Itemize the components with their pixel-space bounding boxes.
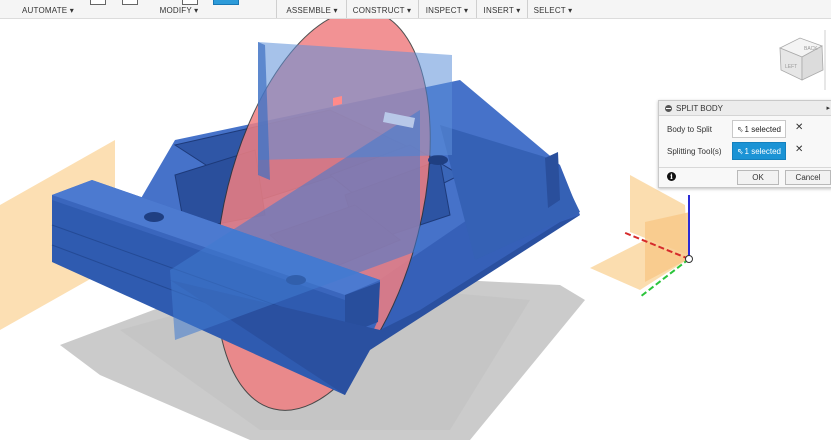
split-body-tool-icon[interactable] — [213, 0, 239, 5]
blue-splitting-plane[interactable] — [258, 42, 452, 160]
cancel-button[interactable]: Cancel — [785, 170, 831, 185]
info-icon[interactable]: i — [667, 172, 676, 181]
modify-menu[interactable]: MODIFY ▾ — [150, 0, 208, 18]
body-to-split-label: Body to Split — [667, 125, 712, 134]
screw-hole — [428, 155, 448, 165]
insert-menu-label: INSERT ▾ — [483, 6, 521, 15]
inspect-menu-label: INSPECT ▾ — [425, 6, 469, 15]
splitting-tools-value: 1 selected — [744, 147, 781, 156]
minus-circle-icon[interactable] — [665, 104, 672, 112]
cursor-arrow-icon: ⇖ — [737, 147, 744, 156]
select-menu[interactable]: SELECT ▾ — [530, 0, 576, 18]
panel-header: SPLIT BODY ▸ — [659, 101, 831, 116]
viewcube-face-label: LEFT — [785, 64, 797, 70]
viewcube-face-label: BACK — [804, 46, 818, 52]
assemble-menu[interactable]: ASSEMBLE ▾ — [282, 0, 342, 18]
origin-point[interactable] — [685, 255, 693, 263]
splitting-tools-row: Splitting Tool(s) ⇖ 1 selected ✕ — [659, 142, 831, 162]
toolbar-divider — [346, 0, 347, 18]
screw-hole — [144, 212, 164, 222]
select-menu-label: SELECT ▾ — [533, 6, 573, 15]
body-to-split-row: Body to Split ⇖ 1 selected ✕ — [659, 120, 831, 140]
clear-selection-icon[interactable]: ✕ — [795, 122, 803, 133]
modify-menu-label: MODIFY ▾ — [159, 6, 199, 15]
toolbar: AUTOMATE ▾ MODIFY ▾ ASSEMBLE ▾ CONSTRUCT… — [0, 0, 831, 19]
triangle-right-icon[interactable]: ▸ — [826, 104, 830, 112]
body-to-split-value: 1 selected — [744, 125, 781, 134]
toolbar-divider — [418, 0, 419, 18]
toolbar-divider — [527, 0, 528, 18]
modify-tool-icon[interactable] — [122, 0, 138, 5]
splitting-tools-selector[interactable]: ⇖ 1 selected — [732, 142, 786, 160]
panel-title: SPLIT BODY — [676, 103, 723, 113]
modify-tool-icon[interactable] — [90, 0, 106, 5]
toolbar-divider — [476, 0, 477, 18]
construct-menu[interactable]: CONSTRUCT ▾ — [350, 0, 414, 18]
construct-menu-label: CONSTRUCT ▾ — [352, 6, 412, 15]
toolbar-divider — [276, 0, 277, 18]
insert-menu[interactable]: INSERT ▾ — [480, 0, 524, 18]
split-body-panel: SPLIT BODY ▸ Body to Split ⇖ 1 selected … — [658, 100, 831, 188]
inspect-menu[interactable]: INSPECT ▾ — [422, 0, 472, 18]
3d-viewport[interactable]: LEFT BACK — [0, 19, 831, 440]
assemble-menu-label: ASSEMBLE ▾ — [286, 6, 338, 15]
clear-selection-icon[interactable]: ✕ — [795, 144, 803, 155]
cursor-arrow-icon: ⇖ — [737, 125, 744, 134]
splitting-tools-label: Splitting Tool(s) — [667, 147, 722, 156]
ok-button[interactable]: OK — [737, 170, 779, 185]
automate-menu-label: AUTOMATE ▾ — [22, 6, 74, 15]
body-to-split-selector[interactable]: ⇖ 1 selected — [732, 120, 786, 138]
panel-footer: i OK Cancel — [659, 167, 831, 188]
automate-menu[interactable]: AUTOMATE ▾ — [18, 0, 78, 18]
